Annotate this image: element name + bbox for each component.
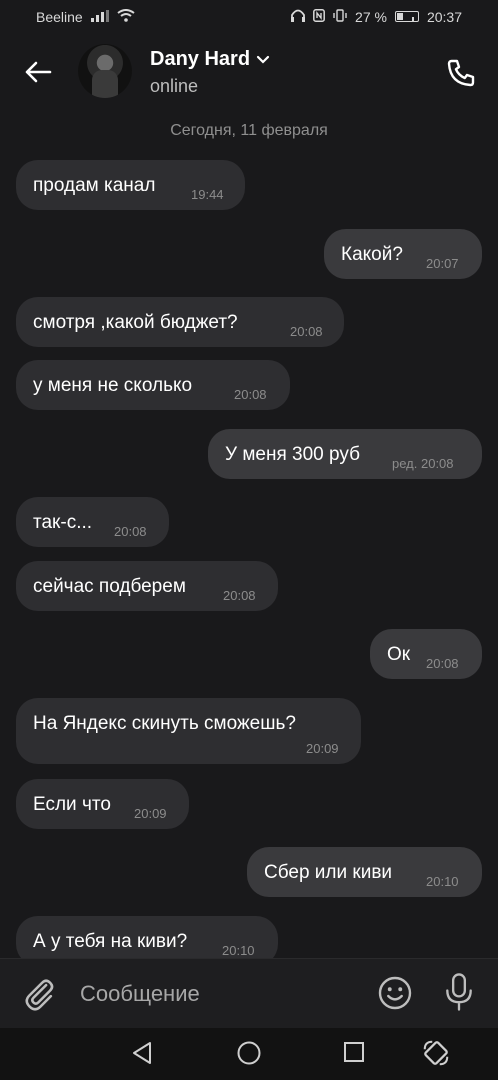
message-time: ред. 20:08: [392, 456, 454, 471]
message-bubble-outgoing[interactable]: Сбер или киви 20:10: [247, 847, 482, 897]
status-bar: Beeline 27 % 20:37: [0, 0, 498, 34]
message-time: 20:08: [426, 656, 459, 671]
call-button[interactable]: [444, 56, 478, 90]
nfc-icon: [313, 9, 325, 25]
message-composer: [0, 958, 498, 1029]
system-nav-bar: [0, 1028, 498, 1080]
message-bubble-incoming[interactable]: продам канал 19:44: [16, 160, 245, 210]
microphone-icon: [446, 973, 472, 1011]
message-time: 20:09: [134, 806, 167, 821]
date-separator: Сегодня, 11 февраля: [170, 122, 328, 139]
message-time: 20:10: [222, 943, 255, 958]
message-bubble-outgoing[interactable]: У меня 300 руб ред. 20:08: [208, 429, 482, 479]
rotate-screen-button[interactable]: [421, 1038, 451, 1068]
mic-button[interactable]: [444, 973, 474, 1011]
message-bubble-incoming[interactable]: Если что 20:09: [16, 779, 189, 829]
back-button[interactable]: [22, 56, 54, 88]
avatar[interactable]: [78, 44, 132, 98]
message-text: Ок: [387, 644, 411, 665]
signal-icon: [90, 9, 109, 25]
message-text: так-с...: [33, 512, 93, 533]
message-input[interactable]: [78, 975, 362, 1013]
message-time: 20:08: [290, 324, 323, 339]
message-time: 20:08: [114, 524, 147, 539]
chat-header: Dany Hard online: [0, 36, 498, 108]
nav-home-button[interactable]: [236, 1040, 264, 1068]
message-time: 20:08: [234, 387, 267, 402]
message-text: Какой?: [341, 244, 403, 265]
chevron-down-icon: [256, 55, 270, 64]
message-bubble-incoming[interactable]: На Яндекс скинуть сможешь? 20:09: [16, 698, 361, 764]
rotate-screen-icon: [423, 1040, 449, 1066]
message-bubble-outgoing[interactable]: Ок 20:08: [370, 629, 482, 679]
battery-icon: [394, 9, 419, 25]
headset-icon: [291, 9, 306, 25]
nav-recents-button[interactable]: [342, 1040, 370, 1068]
message-time: 20:10: [426, 874, 459, 889]
nav-back-button[interactable]: [130, 1040, 158, 1068]
message-text: смотря ,какой бюджет?: [33, 312, 238, 333]
message-text: Если что: [33, 794, 111, 815]
contact-name[interactable]: Dany Hard: [150, 48, 270, 71]
message-text: А у тебя на киви?: [33, 931, 188, 952]
circle-home-icon: [237, 1041, 261, 1065]
message-bubble-outgoing[interactable]: Какой? 20:07: [324, 229, 482, 279]
message-bubble-incoming[interactable]: смотря ,какой бюджет? 20:08: [16, 297, 344, 347]
message-bubble-incoming[interactable]: у меня не сколько 20:08: [16, 360, 290, 410]
message-text: у меня не сколько: [33, 375, 193, 396]
message-text: сейчас подберем: [33, 576, 186, 597]
attach-button[interactable]: [20, 974, 58, 1012]
message-bubble-incoming[interactable]: так-с... 20:08: [16, 497, 169, 547]
message-time: 20:07: [426, 256, 459, 271]
contact-name-text: Dany Hard: [150, 48, 251, 70]
vibrate-icon: [333, 9, 347, 25]
carrier-label: Beeline: [36, 9, 83, 25]
arrow-left-icon: [25, 61, 52, 83]
wifi-icon: [117, 9, 135, 25]
message-text: У меня 300 руб: [225, 444, 360, 465]
message-text: На Яндекс скинуть сможешь?: [33, 713, 296, 734]
message-time: 20:08: [223, 588, 256, 603]
emoji-button[interactable]: [377, 975, 413, 1011]
message-time: 19:44: [191, 187, 224, 202]
paperclip-icon: [25, 979, 54, 1011]
message-time: 20:09: [306, 741, 339, 756]
message-bubble-incoming[interactable]: сейчас подберем 20:08: [16, 561, 278, 611]
message-text: Сбер или киви: [264, 862, 393, 883]
square-recents-icon: [344, 1042, 364, 1062]
phone-icon: [447, 59, 475, 87]
triangle-back-icon: [133, 1042, 151, 1064]
contact-status: online: [150, 76, 199, 96]
battery-percent: 27 %: [355, 9, 387, 25]
clock: 20:37: [426, 9, 462, 25]
message-text: продам канал: [33, 175, 156, 196]
smiley-icon: [378, 976, 412, 1010]
